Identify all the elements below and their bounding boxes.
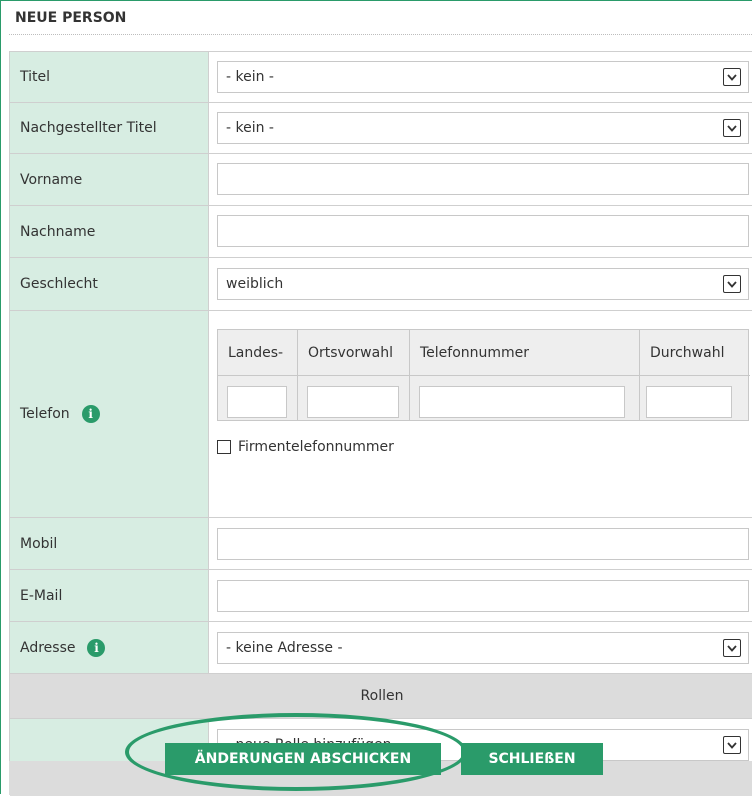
phone-col-header: Telefonnummer bbox=[410, 330, 639, 376]
phone-col-header: Durchwahl bbox=[640, 330, 750, 376]
new-person-dialog: NEUE PERSON Titel - kein - Nachgestellte… bbox=[0, 0, 752, 796]
nachgestellter-titel-select-value: - kein - bbox=[226, 120, 274, 136]
dialog-title: NEUE PERSON bbox=[15, 10, 127, 26]
chevron-down-icon[interactable] bbox=[723, 119, 741, 137]
phone-col-header: Ortsvorwahl bbox=[298, 330, 409, 376]
phone-col-durchwahl: Durchwahl bbox=[640, 330, 750, 420]
mobil-input[interactable] bbox=[217, 528, 749, 560]
company-phone-checkbox[interactable] bbox=[217, 440, 231, 454]
label-adresse: Adresse bbox=[20, 639, 76, 656]
label-geschlecht: Geschlecht bbox=[10, 258, 209, 310]
info-icon[interactable]: i bbox=[81, 405, 100, 423]
geschlecht-select-value: weiblich bbox=[226, 276, 284, 292]
email-input[interactable] bbox=[217, 580, 749, 612]
chevron-down-icon[interactable] bbox=[723, 68, 741, 86]
phone-country-input[interactable] bbox=[227, 386, 287, 418]
vorname-input[interactable] bbox=[217, 163, 749, 195]
phone-extension-input[interactable] bbox=[646, 386, 732, 418]
row-telefon: Telefon i Landes- Ortsvorwahl Telefonnum… bbox=[10, 311, 752, 518]
label-adresse-cell: Adresse i bbox=[10, 622, 209, 673]
geschlecht-select[interactable]: weiblich bbox=[217, 268, 749, 300]
chevron-down-icon[interactable] bbox=[723, 639, 741, 657]
highlight-ellipse bbox=[125, 713, 467, 791]
label-nachgestellter-titel: Nachgestellter Titel bbox=[10, 103, 209, 153]
row-nachname: Nachname bbox=[10, 206, 752, 258]
row-mobil: Mobil bbox=[10, 518, 752, 570]
rollen-section-header: Rollen bbox=[10, 674, 752, 719]
adresse-select-value: - keine Adresse - bbox=[226, 640, 343, 656]
title-divider bbox=[9, 34, 752, 35]
label-email: E-Mail bbox=[10, 570, 209, 621]
adresse-select[interactable]: - keine Adresse - bbox=[217, 632, 749, 664]
info-icon[interactable]: i bbox=[87, 638, 106, 657]
chevron-down-icon[interactable] bbox=[723, 736, 741, 754]
nachgestellter-titel-select[interactable]: - kein - bbox=[217, 112, 749, 144]
row-email: E-Mail bbox=[10, 570, 752, 622]
titel-select[interactable]: - kein - bbox=[217, 61, 749, 93]
phone-area-input[interactable] bbox=[307, 386, 399, 418]
nachname-input[interactable] bbox=[217, 215, 749, 247]
rollen-heading: Rollen bbox=[360, 688, 404, 704]
row-titel: Titel - kein - bbox=[10, 52, 752, 103]
phone-col-header: Landes- bbox=[218, 330, 297, 376]
phone-col-ortsvorwahl: Ortsvorwahl bbox=[298, 330, 410, 420]
row-nachgestellter-titel: Nachgestellter Titel - kein - bbox=[10, 103, 752, 154]
company-phone-label: Firmentelefonnummer bbox=[238, 439, 394, 455]
phone-col-telefonnummer: Telefonnummer bbox=[410, 330, 640, 420]
person-form: Titel - kein - Nachgestellter Titel - ke… bbox=[9, 51, 752, 796]
label-nachname: Nachname bbox=[10, 206, 209, 257]
company-phone-option[interactable]: Firmentelefonnummer bbox=[217, 439, 394, 455]
label-telefon: Telefon bbox=[20, 406, 70, 422]
label-vorname: Vorname bbox=[10, 154, 209, 205]
label-telefon-cell: Telefon i bbox=[10, 311, 209, 517]
phone-number-input[interactable] bbox=[419, 386, 625, 418]
row-vorname: Vorname bbox=[10, 154, 752, 206]
label-mobil: Mobil bbox=[10, 518, 209, 569]
label-titel: Titel bbox=[10, 52, 209, 102]
phone-table: Landes- Ortsvorwahl Telefonnummer Durchw… bbox=[217, 329, 750, 421]
row-geschlecht: Geschlecht weiblich bbox=[10, 258, 752, 311]
chevron-down-icon[interactable] bbox=[723, 275, 741, 293]
titel-select-value: - kein - bbox=[226, 69, 274, 85]
row-adresse: Adresse i - keine Adresse - bbox=[10, 622, 752, 674]
phone-col-landes: Landes- bbox=[218, 330, 298, 420]
close-button[interactable]: SCHLIEßEN bbox=[461, 743, 603, 775]
